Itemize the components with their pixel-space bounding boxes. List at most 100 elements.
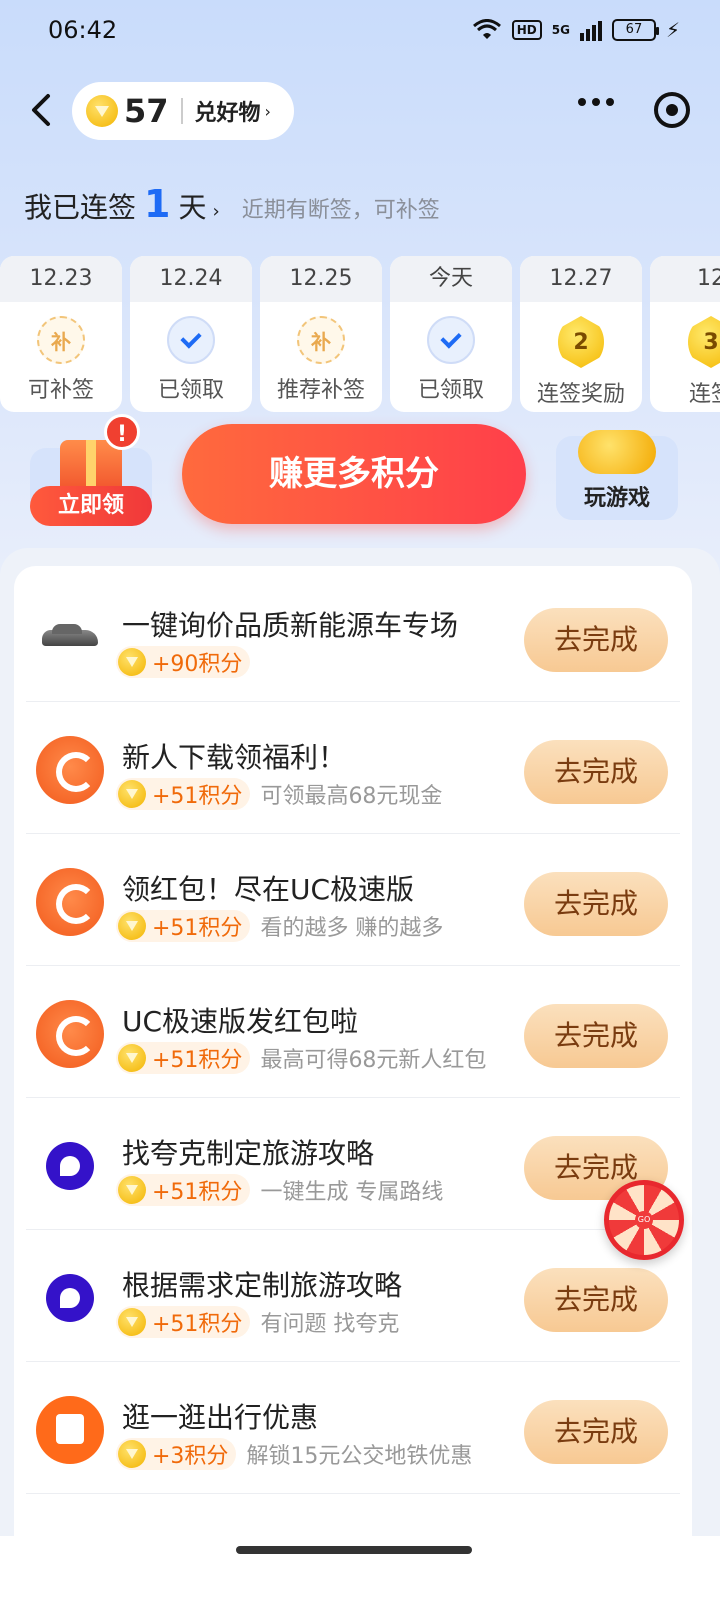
home-indicator[interactable] bbox=[236, 1546, 472, 1554]
hd-icon: HD bbox=[511, 20, 542, 40]
reward-points: +51积分 bbox=[152, 784, 243, 809]
task-title: 新人下载领福利！ bbox=[122, 741, 347, 774]
check-icon bbox=[427, 316, 475, 364]
complete-task-button[interactable]: 去完成 bbox=[524, 1400, 668, 1464]
back-icon[interactable] bbox=[22, 90, 62, 130]
day-label: 推荐补签 bbox=[276, 378, 365, 403]
points-coin-icon bbox=[86, 95, 118, 127]
makeup-icon: 补 bbox=[297, 316, 345, 364]
day-card[interactable]: 12 3 连签 bbox=[650, 256, 720, 412]
day-label: 已领取 bbox=[157, 378, 224, 403]
status-icons: HD 5G 67 ⚡ bbox=[472, 18, 680, 42]
quark-icon bbox=[36, 1264, 104, 1332]
header: 57 兑好物 › bbox=[0, 80, 720, 140]
uc-browser-icon bbox=[36, 1000, 104, 1068]
complete-task-button[interactable]: 去完成 bbox=[524, 1268, 668, 1332]
reward-points: +90积分 bbox=[152, 652, 243, 677]
complete-task-button[interactable]: 去完成 bbox=[524, 872, 668, 936]
day-label: 已领取 bbox=[417, 378, 484, 403]
check-icon bbox=[167, 316, 215, 364]
task-title: 一键询价品质新能源车专场 bbox=[122, 609, 459, 642]
reward-tag: +51积分 bbox=[116, 1306, 251, 1338]
task-reward: +51积分 一键生成 专属路线 bbox=[116, 1174, 443, 1206]
wifi-icon bbox=[472, 19, 501, 39]
points-pill[interactable]: 57 兑好物 › bbox=[72, 82, 294, 140]
claim-now-button[interactable]: 立即领 bbox=[30, 486, 152, 526]
task-reward: +51积分 最高可得68元新人红包 bbox=[116, 1042, 486, 1074]
complete-task-button[interactable]: 去完成 bbox=[524, 608, 668, 672]
battery-icon: 67 bbox=[611, 19, 659, 41]
redeem-link[interactable]: 兑好物 bbox=[195, 95, 261, 127]
reward-note: 可领最高68元现金 bbox=[260, 784, 443, 809]
day-card[interactable]: 12.23 补 可补签 bbox=[0, 256, 122, 412]
car-icon bbox=[36, 604, 104, 672]
complete-task-button[interactable]: 去完成 bbox=[524, 1004, 668, 1068]
redeem-arrow-icon: › bbox=[264, 101, 271, 121]
day-date: 12.23 bbox=[0, 256, 122, 302]
day-card[interactable]: 12.24 已领取 bbox=[130, 256, 252, 412]
points-coin-icon bbox=[118, 780, 146, 808]
points-coin-icon bbox=[118, 648, 146, 676]
day-card[interactable]: 今天 已领取 bbox=[390, 256, 512, 412]
complete-task-button[interactable]: 去完成 bbox=[524, 740, 668, 804]
gamepad-icon bbox=[578, 430, 656, 474]
reward-tag: +51积分 bbox=[116, 910, 251, 942]
lucky-wheel-icon[interactable]: GO bbox=[604, 1180, 684, 1260]
points-coin-icon bbox=[118, 1440, 146, 1468]
reward-note: 一键生成 专属路线 bbox=[260, 1180, 444, 1205]
day-date: 12 bbox=[650, 256, 720, 302]
reward-tag: +51积分 bbox=[116, 1042, 251, 1074]
task-reward: +51积分 有问题 找夸克 bbox=[116, 1306, 399, 1338]
streak-suffix: 天 bbox=[178, 191, 207, 224]
reward-tag: +3积分 bbox=[116, 1438, 237, 1470]
battery-level: 67 bbox=[625, 22, 643, 37]
row-divider bbox=[26, 1493, 680, 1494]
streak-days: 1 bbox=[144, 182, 171, 226]
medal-icon: 3 bbox=[688, 316, 720, 368]
gift-alert-badge: ! bbox=[104, 414, 140, 450]
network-label: 5G bbox=[551, 23, 570, 37]
checkin-calendar: 12.23 补 可补签 12.24 已领取 12.25 补 推荐补签 今天 已领… bbox=[0, 256, 720, 416]
task-row: 领红包！尽在UC极速版 +51积分 看的越多 赚的越多 去完成 bbox=[14, 834, 692, 966]
day-date: 12.27 bbox=[520, 256, 642, 302]
day-label: 连签奖励 bbox=[536, 382, 625, 407]
reward-note: 最高可得68元新人红包 bbox=[260, 1048, 487, 1073]
task-row: 根据需求定制旅游攻略 +51积分 有问题 找夸克 去完成 bbox=[14, 1230, 692, 1362]
streak-arrow-icon: › bbox=[212, 201, 220, 222]
points-coin-icon bbox=[118, 1176, 146, 1204]
task-title: UC极速版发红包啦 bbox=[122, 1005, 359, 1038]
play-games-label: 玩游戏 bbox=[583, 486, 650, 511]
reward-points: +3积分 bbox=[152, 1444, 229, 1469]
reward-note: 解锁15元公交地铁优惠 bbox=[246, 1444, 473, 1469]
day-date: 今天 bbox=[390, 256, 512, 302]
uc-browser-icon bbox=[36, 736, 104, 804]
earn-more-points-button[interactable]: 赚更多积分 bbox=[182, 424, 526, 524]
points-coin-icon bbox=[118, 1308, 146, 1336]
reward-tag: +51积分 bbox=[116, 778, 251, 810]
task-row: 找夸克制定旅游攻略 +51积分 一键生成 专属路线 去完成 bbox=[14, 1098, 692, 1230]
task-title: 逛一逛出行优惠 bbox=[122, 1401, 319, 1434]
makeup-icon: 补 bbox=[37, 316, 85, 364]
signal-icon bbox=[579, 19, 602, 41]
task-row: 逛一逛出行优惠 +3积分 解锁15元公交地铁优惠 去完成 bbox=[14, 1362, 692, 1494]
day-card[interactable]: 12.27 2 连签奖励 bbox=[520, 256, 642, 412]
reward-tag: +51积分 bbox=[116, 1174, 251, 1206]
reward-tag: +90积分 bbox=[116, 646, 251, 678]
quark-icon bbox=[36, 1132, 104, 1200]
charging-icon: ⚡ bbox=[665, 18, 680, 42]
play-games-button[interactable]: 玩游戏 bbox=[556, 430, 678, 520]
streak-summary[interactable]: 我已连签 1 天 › 近期有断签，可补签 bbox=[24, 182, 440, 226]
task-row: 一键询价品质新能源车专场 +90积分 去完成 bbox=[14, 570, 692, 702]
reward-points: +51积分 bbox=[152, 916, 243, 941]
task-title: 领红包！尽在UC极速版 bbox=[122, 873, 415, 906]
close-miniapp-icon[interactable] bbox=[654, 92, 690, 128]
status-time: 06:42 bbox=[48, 16, 118, 44]
day-card[interactable]: 12.25 补 推荐补签 bbox=[260, 256, 382, 412]
task-title: 找夸克制定旅游攻略 bbox=[122, 1137, 375, 1170]
day-label: 可补签 bbox=[27, 378, 94, 403]
task-row: 新人下载领福利！ +51积分 可领最高68元现金 去完成 bbox=[14, 702, 692, 834]
travel-bag-icon bbox=[36, 1396, 104, 1464]
more-icon[interactable] bbox=[578, 98, 614, 106]
pill-divider bbox=[180, 98, 183, 124]
points-coin-icon bbox=[118, 912, 146, 940]
